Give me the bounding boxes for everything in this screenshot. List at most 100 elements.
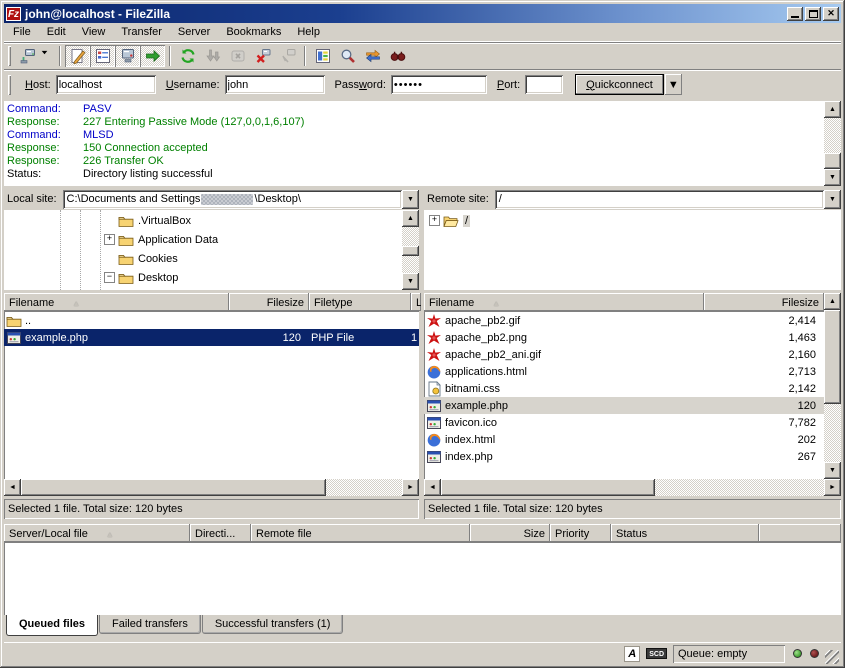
column-header-filetype[interactable]: Filetype (309, 293, 411, 311)
horizontal-scrollbar[interactable]: ◄► (424, 479, 841, 496)
scroll-thumb[interactable] (824, 310, 841, 404)
scroll-down-button[interactable]: ▼ (824, 169, 841, 186)
scroll-track[interactable] (402, 227, 419, 273)
remote-path-combo[interactable]: / (495, 190, 824, 209)
column-header-filesize[interactable]: Filesize (704, 293, 824, 311)
scroll-track[interactable] (824, 310, 841, 462)
column-header-size[interactable]: Size (470, 524, 550, 542)
menu-help[interactable]: Help (289, 24, 328, 40)
column-header-remotefile[interactable]: Remote file (251, 524, 470, 542)
file-row-apachepb2gif[interactable]: apache_pb2.gif2,414 (424, 312, 824, 329)
disconnect-button[interactable] (250, 45, 275, 67)
expand-icon[interactable]: + (429, 215, 440, 226)
scroll-up-button[interactable]: ▲ (824, 293, 841, 310)
column-header-filename[interactable]: Filename▲ (4, 293, 229, 311)
horizontal-scrollbar[interactable]: ◄► (4, 479, 419, 496)
menu-view[interactable]: View (74, 24, 114, 40)
file-row-[interactable]: .. (4, 312, 419, 329)
scroll-track[interactable] (824, 118, 841, 169)
menu-transfer[interactable]: Transfer (113, 24, 170, 40)
tree-item-desktop[interactable]: −Desktop (4, 268, 402, 287)
menu-file[interactable]: File (5, 24, 39, 40)
menu-bookmarks[interactable]: Bookmarks (218, 24, 289, 40)
message-log: Command:PASVResponse:227 Entering Passiv… (4, 101, 841, 186)
site-manager-dropdown[interactable] (40, 45, 55, 67)
scroll-thumb[interactable] (21, 479, 326, 496)
quickconnect-button[interactable]: Quickconnect (575, 74, 664, 95)
file-row-faviconico[interactable]: favicon.ico7,782 (424, 414, 824, 431)
vertical-scrollbar[interactable]: ▲▼ (824, 101, 841, 186)
host-input[interactable] (56, 75, 156, 94)
log-line: Response:226 Transfer OK (7, 155, 824, 168)
username-input[interactable] (225, 75, 325, 94)
queue-size-indicator: Queue: empty (673, 645, 785, 663)
collapse-icon[interactable]: − (104, 272, 115, 283)
column-header-serverlocalfile[interactable]: Server/Local file▲ (4, 524, 190, 542)
password-input[interactable] (391, 75, 487, 94)
local-status-text: Selected 1 file. Total size: 120 bytes (4, 499, 419, 519)
scroll-up-button[interactable]: ▲ (824, 101, 841, 118)
close-button[interactable]: ✕ (823, 7, 839, 21)
port-input[interactable] (525, 75, 563, 94)
scroll-right-button[interactable]: ► (402, 479, 419, 496)
transfer-type-icon[interactable]: A (624, 646, 640, 662)
scroll-down-button[interactable]: ▼ (824, 462, 841, 479)
tab-successful-transfers--1-[interactable]: Successful transfers (1) (202, 615, 344, 634)
scroll-right-button[interactable]: ► (824, 479, 841, 496)
site-manager-button[interactable] (15, 45, 40, 67)
maximize-button[interactable] (805, 7, 821, 21)
file-row-examplephp[interactable]: example.php120 (424, 397, 824, 414)
tree-item-virtualbox[interactable]: .VirtualBox (4, 211, 402, 230)
tree-item-cookies[interactable]: Cookies (4, 249, 402, 268)
file-row-indexhtml[interactable]: index.html202 (424, 431, 824, 448)
column-header-directi[interactable]: Directi... (190, 524, 251, 542)
file-row-apachepb2png[interactable]: apache_pb2.png1,463 (424, 329, 824, 346)
menu-server[interactable]: Server (170, 24, 218, 40)
tab-failed-transfers[interactable]: Failed transfers (99, 615, 201, 634)
tree-item-[interactable]: +/ (424, 211, 841, 230)
sync-browse-button[interactable] (360, 45, 385, 67)
filter-button[interactable] (310, 45, 335, 67)
menu-edit[interactable]: Edit (39, 24, 74, 40)
scroll-thumb[interactable] (402, 246, 419, 255)
scroll-left-button[interactable]: ◄ (4, 479, 21, 496)
local-path-dropdown[interactable]: ▼ (402, 190, 419, 209)
scroll-track[interactable] (21, 479, 402, 496)
tab-queued-files[interactable]: Queued files (6, 615, 98, 636)
find-button[interactable] (385, 45, 410, 67)
file-row-applicationshtml[interactable]: applications.html2,713 (424, 363, 824, 380)
column-header-priority[interactable]: Priority (550, 524, 611, 542)
scroll-thumb[interactable] (824, 153, 841, 169)
resize-grip[interactable] (825, 650, 839, 664)
file-row-apachepb2anigif[interactable]: apache_pb2_ani.gif2,160 (424, 346, 824, 363)
quickconnect-dropdown[interactable]: ▼ (665, 74, 682, 95)
file-row-indexphp[interactable]: index.php267 (424, 448, 824, 465)
scroll-down-button[interactable]: ▼ (402, 273, 419, 290)
expand-icon[interactable]: + (104, 234, 115, 245)
scd-indicator-icon[interactable]: SCD (646, 648, 667, 659)
vertical-scrollbar[interactable]: ▲▼ (402, 210, 419, 290)
minimize-button[interactable] (787, 7, 803, 21)
scroll-left-button[interactable]: ◄ (424, 479, 441, 496)
compare-button[interactable] (335, 45, 360, 67)
remote-path-dropdown[interactable]: ▼ (824, 190, 841, 209)
column-header-filename[interactable]: Filename▲ (424, 293, 704, 311)
column-header-filesize[interactable]: Filesize (229, 293, 309, 311)
toolbar-grip[interactable] (8, 46, 11, 66)
scroll-track[interactable] (441, 479, 824, 496)
vertical-scrollbar[interactable]: ▲▼ (824, 293, 841, 479)
file-row-bitnamicss[interactable]: bitnami.css2,142 (424, 380, 824, 397)
local-path-combo[interactable]: C:\Documents and Settings\Desktop\ (63, 190, 402, 209)
toggle-local-tree-button[interactable] (90, 45, 115, 67)
toggle-message-log-button[interactable] (65, 45, 90, 67)
scroll-up-button[interactable]: ▲ (402, 210, 419, 227)
toggle-remote-tree-button[interactable] (115, 45, 140, 67)
toggle-queue-button[interactable] (140, 45, 165, 67)
scroll-thumb[interactable] (441, 479, 655, 496)
file-row-examplephp[interactable]: example.php120PHP File1 (4, 329, 419, 346)
column-header-status[interactable]: Status (611, 524, 759, 542)
quickconnect-grip[interactable] (8, 75, 11, 95)
refresh-button[interactable] (175, 45, 200, 67)
reconnect-button (275, 45, 300, 67)
tree-item-applicationdata[interactable]: +Application Data (4, 230, 402, 249)
